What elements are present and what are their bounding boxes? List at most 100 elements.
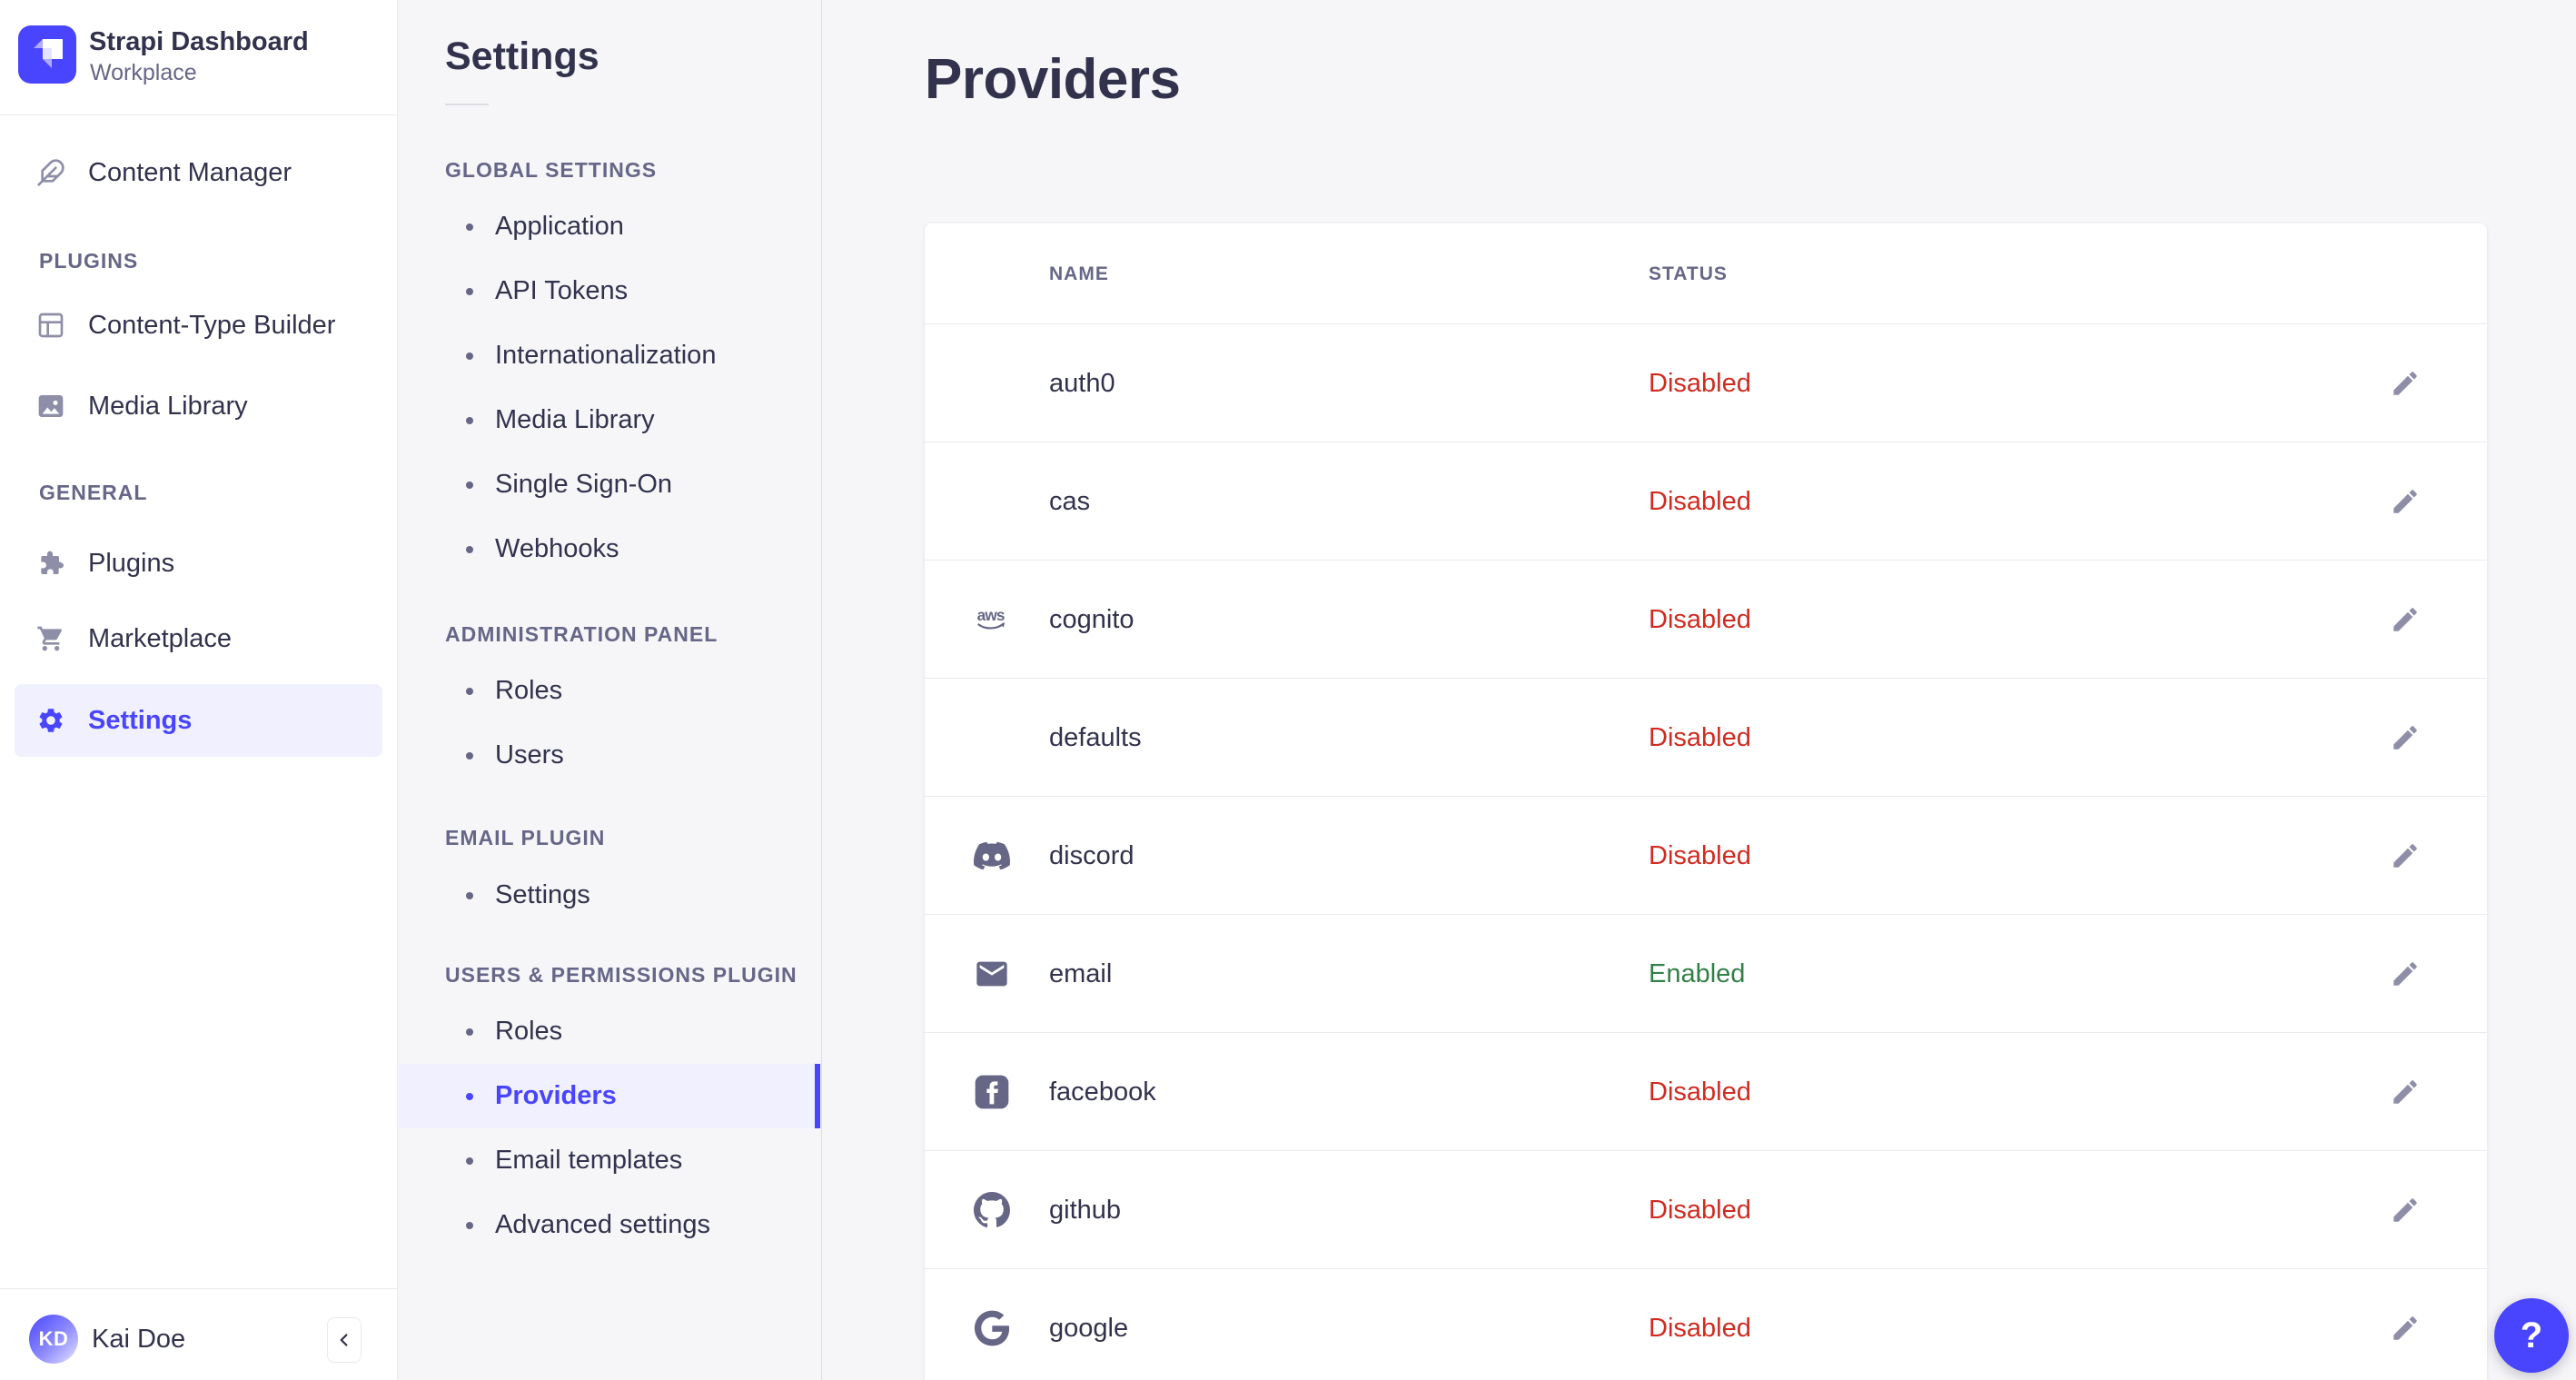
pencil-icon (2390, 840, 2421, 871)
pencil-icon (2390, 1313, 2421, 1344)
settings-nav-admin-roles[interactable]: Roles (398, 659, 821, 723)
sidebar-item-label: Marketplace (88, 623, 232, 653)
settings-sidebar-title: Settings (445, 35, 599, 78)
settings-section-email-plugin: EMAIL PLUGIN (445, 826, 606, 849)
strapi-logo (18, 25, 76, 84)
settings-section-administration-panel: ADMINISTRATION PANEL (445, 622, 718, 646)
sidebar-item-label: Media Library (88, 391, 248, 421)
settings-section-users-permissions-plugin: USERS & PERMISSIONS PLUGIN (445, 963, 798, 987)
provider-row-auth0[interactable]: auth0 Disabled (925, 324, 2487, 442)
sidebar-item-media-library[interactable]: Media Library (15, 370, 382, 442)
user-profile[interactable]: KD Kai Doe (29, 1312, 185, 1366)
sidebar-section-plugins: PLUGINS (39, 249, 139, 273)
settings-nav-media-library[interactable]: Media Library (398, 388, 821, 452)
settings-nav-application[interactable]: Application (398, 194, 821, 259)
facebook-icon (974, 1033, 1010, 1151)
pencil-icon (2390, 958, 2421, 989)
sidebar-item-plugins[interactable]: Plugins (15, 527, 382, 600)
aws-icon: aws (974, 561, 1010, 679)
sidebar-item-label: Settings (88, 705, 193, 735)
settings-nav-email-templates[interactable]: Email templates (398, 1128, 821, 1193)
brand-workspace: Workplace (90, 60, 197, 85)
gear-icon (36, 706, 65, 735)
provider-row-email[interactable]: email Enabled (925, 915, 2487, 1033)
question-mark-icon: ? (2520, 1315, 2543, 1355)
picture-icon (36, 392, 65, 421)
bullet-icon (466, 287, 473, 295)
provider-row-cognito[interactable]: aws cognito Disabled (925, 561, 2487, 679)
sidebar-item-marketplace[interactable]: Marketplace (15, 602, 382, 675)
settings-nav-api-tokens[interactable]: API Tokens (398, 259, 821, 323)
bullet-icon (466, 481, 473, 489)
bullet-icon (466, 1221, 473, 1229)
help-button[interactable]: ? (2494, 1298, 2569, 1373)
edit-provider-button[interactable] (2380, 915, 2431, 1033)
pencil-icon (2390, 722, 2421, 753)
bullet-icon (466, 416, 473, 424)
sidebar-item-label: Content Manager (88, 157, 292, 187)
provider-row-google[interactable]: google Disabled (925, 1269, 2487, 1380)
main-content: Providers NAME STATUS auth0 Disabled cas… (822, 0, 2576, 1380)
providers-table: NAME STATUS auth0 Disabled cas Disabled (925, 223, 2487, 1380)
settings-nav-internationalization[interactable]: Internationalization (398, 323, 821, 388)
layout-grid-icon (36, 311, 65, 340)
settings-section-global-settings: GLOBAL SETTINGS (445, 158, 658, 182)
settings-nav-admin-users[interactable]: Users (398, 723, 821, 788)
settings-nav-email-settings[interactable]: Settings (398, 863, 821, 928)
sidebar-item-label: Plugins (88, 548, 175, 578)
page-title: Providers (925, 48, 1181, 111)
settings-title-divider (445, 104, 489, 105)
envelope-icon (974, 915, 1010, 1033)
provider-row-facebook[interactable]: facebook Disabled (925, 1033, 2487, 1151)
sidebar-item-content-manager[interactable]: Content Manager (15, 136, 382, 209)
edit-provider-button[interactable] (2380, 1151, 2431, 1269)
settings-nav-up-roles[interactable]: Roles (398, 999, 821, 1064)
puzzle-icon (36, 549, 65, 578)
brand-title: Strapi Dashboard (89, 27, 309, 56)
pencil-icon (2390, 604, 2421, 635)
bullet-icon (466, 223, 473, 231)
settings-nav-webhooks[interactable]: Webhooks (398, 517, 821, 581)
sidebar-section-general: GENERAL (39, 481, 148, 504)
sidebar-item-content-type-builder[interactable]: Content-Type Builder (15, 289, 382, 362)
discord-icon (974, 797, 1010, 915)
edit-provider-button[interactable] (2380, 679, 2431, 797)
sidebar-item-label: Content-Type Builder (88, 310, 336, 340)
edit-provider-button[interactable] (2380, 1033, 2431, 1151)
bullet-icon (466, 545, 473, 553)
github-icon (974, 1151, 1010, 1269)
pencil-icon (2390, 368, 2421, 399)
edit-provider-button[interactable] (2380, 442, 2431, 561)
settings-sidebar: Settings GLOBAL SETTINGS Application API… (398, 0, 822, 1380)
brand[interactable]: Strapi Dashboard Workplace (0, 0, 397, 115)
settings-nav-providers[interactable]: Providers (398, 1064, 821, 1128)
provider-row-defaults[interactable]: defaults Disabled (925, 679, 2487, 797)
pencil-icon (2390, 486, 2421, 517)
settings-nav-advanced-settings[interactable]: Advanced settings (398, 1193, 821, 1257)
column-header-status: STATUS (1649, 263, 1728, 284)
collapse-sidebar-button[interactable] (327, 1317, 362, 1363)
user-name: Kai Doe (92, 1324, 186, 1354)
cart-icon (36, 624, 65, 653)
chevron-left-icon (334, 1330, 354, 1350)
bullet-icon (466, 1092, 473, 1100)
bullet-icon (466, 891, 473, 899)
edit-provider-button[interactable] (2380, 324, 2431, 442)
sidebar-item-settings[interactable]: Settings (15, 684, 382, 757)
main-sidebar: Strapi Dashboard Workplace Content Manag… (0, 0, 398, 1380)
avatar: KD (29, 1315, 78, 1364)
provider-row-github[interactable]: github Disabled (925, 1151, 2487, 1269)
feather-pen-icon (36, 158, 65, 187)
bullet-icon (466, 1157, 473, 1165)
edit-provider-button[interactable] (2380, 1269, 2431, 1380)
table-header-row: NAME STATUS (925, 223, 2487, 324)
edit-provider-button[interactable] (2380, 797, 2431, 915)
settings-nav-single-sign-on[interactable]: Single Sign-On (398, 452, 821, 517)
edit-provider-button[interactable] (2380, 561, 2431, 679)
svg-text:aws: aws (977, 606, 1005, 624)
provider-row-discord[interactable]: discord Disabled (925, 797, 2487, 915)
pencil-icon (2390, 1077, 2421, 1107)
sidebar-footer-divider (0, 1288, 397, 1289)
provider-row-cas[interactable]: cas Disabled (925, 442, 2487, 561)
bullet-icon (466, 687, 473, 695)
